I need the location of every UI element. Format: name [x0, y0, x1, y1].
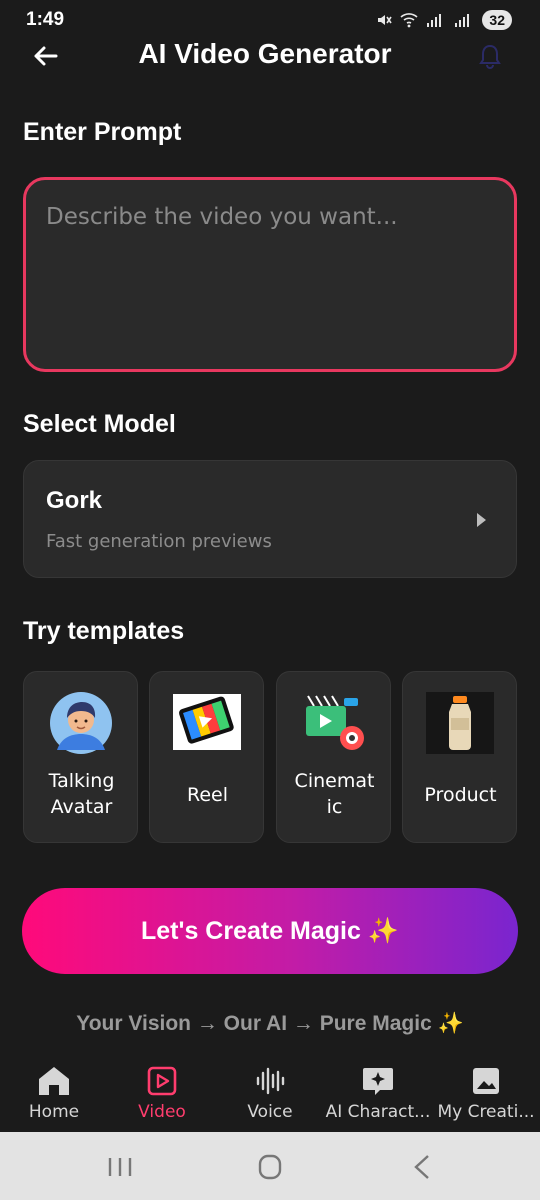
battery-badge: 32	[482, 10, 512, 30]
model-description: Fast generation previews	[46, 531, 272, 552]
model-name: Gork	[46, 487, 103, 514]
cinematic-icon	[306, 695, 364, 750]
template-product[interactable]: Product	[402, 671, 517, 843]
nav-label: My Creati...	[437, 1102, 535, 1122]
nav-item-my-creations[interactable]: My Creati...	[432, 1058, 540, 1132]
chevron-right-icon	[477, 513, 486, 527]
system-back-icon[interactable]	[402, 1152, 442, 1182]
templates-row: Talking Avatar Reel Cinemat ic Product	[23, 671, 517, 843]
home-button-icon[interactable]	[250, 1152, 290, 1182]
system-nav-bar	[0, 1132, 540, 1200]
recent-apps-icon[interactable]	[100, 1152, 140, 1182]
reel-icon	[173, 694, 241, 750]
template-label: Talking	[48, 770, 115, 792]
template-talking-avatar[interactable]: Talking Avatar	[23, 671, 138, 843]
prompt-input[interactable]: Describe the video you want...	[23, 177, 517, 372]
model-selector[interactable]: Gork Fast generation previews	[23, 460, 517, 578]
app-header: AI Video Generator	[0, 30, 540, 80]
template-reel[interactable]: Reel	[149, 671, 264, 843]
template-label: Avatar	[50, 796, 113, 818]
signal-icon-2	[455, 14, 470, 27]
tagline: Your Vision → Our AI → Pure Magic ✨	[76, 1012, 464, 1035]
nav-item-voice[interactable]: Voice	[216, 1058, 324, 1132]
prompt-section-title: Enter Prompt	[23, 118, 182, 146]
create-magic-button[interactable]: Let's Create Magic ✨	[22, 888, 518, 974]
bottom-nav: Home Video Voice AI Charact... My Creati…	[0, 1058, 540, 1132]
mute-icon	[378, 15, 393, 25]
template-label: Product	[424, 784, 497, 806]
status-icons: 32	[376, 10, 512, 30]
status-time: 1:49	[26, 9, 65, 30]
nav-label: Voice	[247, 1102, 293, 1122]
ai-character-icon	[363, 1068, 393, 1095]
nav-label: AI Charact...	[325, 1102, 431, 1122]
video-icon	[147, 1066, 177, 1096]
my-creations-icon	[473, 1068, 499, 1094]
page-title: AI Video Generator	[138, 38, 392, 69]
signal-icon	[427, 14, 442, 27]
nav-label: Video	[138, 1102, 186, 1122]
template-label: ic	[326, 796, 343, 818]
model-section-title: Select Model	[23, 410, 176, 438]
home-icon	[39, 1067, 69, 1095]
prompt-placeholder: Describe the video you want...	[46, 204, 398, 230]
template-label: Cinemat	[294, 770, 375, 792]
nav-label: Home	[28, 1102, 80, 1122]
templates-section-title: Try templates	[23, 617, 185, 645]
avatar-icon	[50, 692, 112, 754]
voice-icon	[256, 1067, 285, 1095]
nav-item-ai-character[interactable]: AI Charact...	[324, 1058, 432, 1132]
wifi-icon	[400, 13, 418, 28]
nav-item-video[interactable]: Video	[108, 1058, 216, 1132]
product-icon	[426, 692, 494, 754]
template-label: Reel	[186, 784, 228, 806]
nav-item-home[interactable]: Home	[0, 1058, 108, 1132]
bell-icon[interactable]	[476, 42, 504, 70]
template-cinematic[interactable]: Cinemat ic	[276, 671, 391, 843]
